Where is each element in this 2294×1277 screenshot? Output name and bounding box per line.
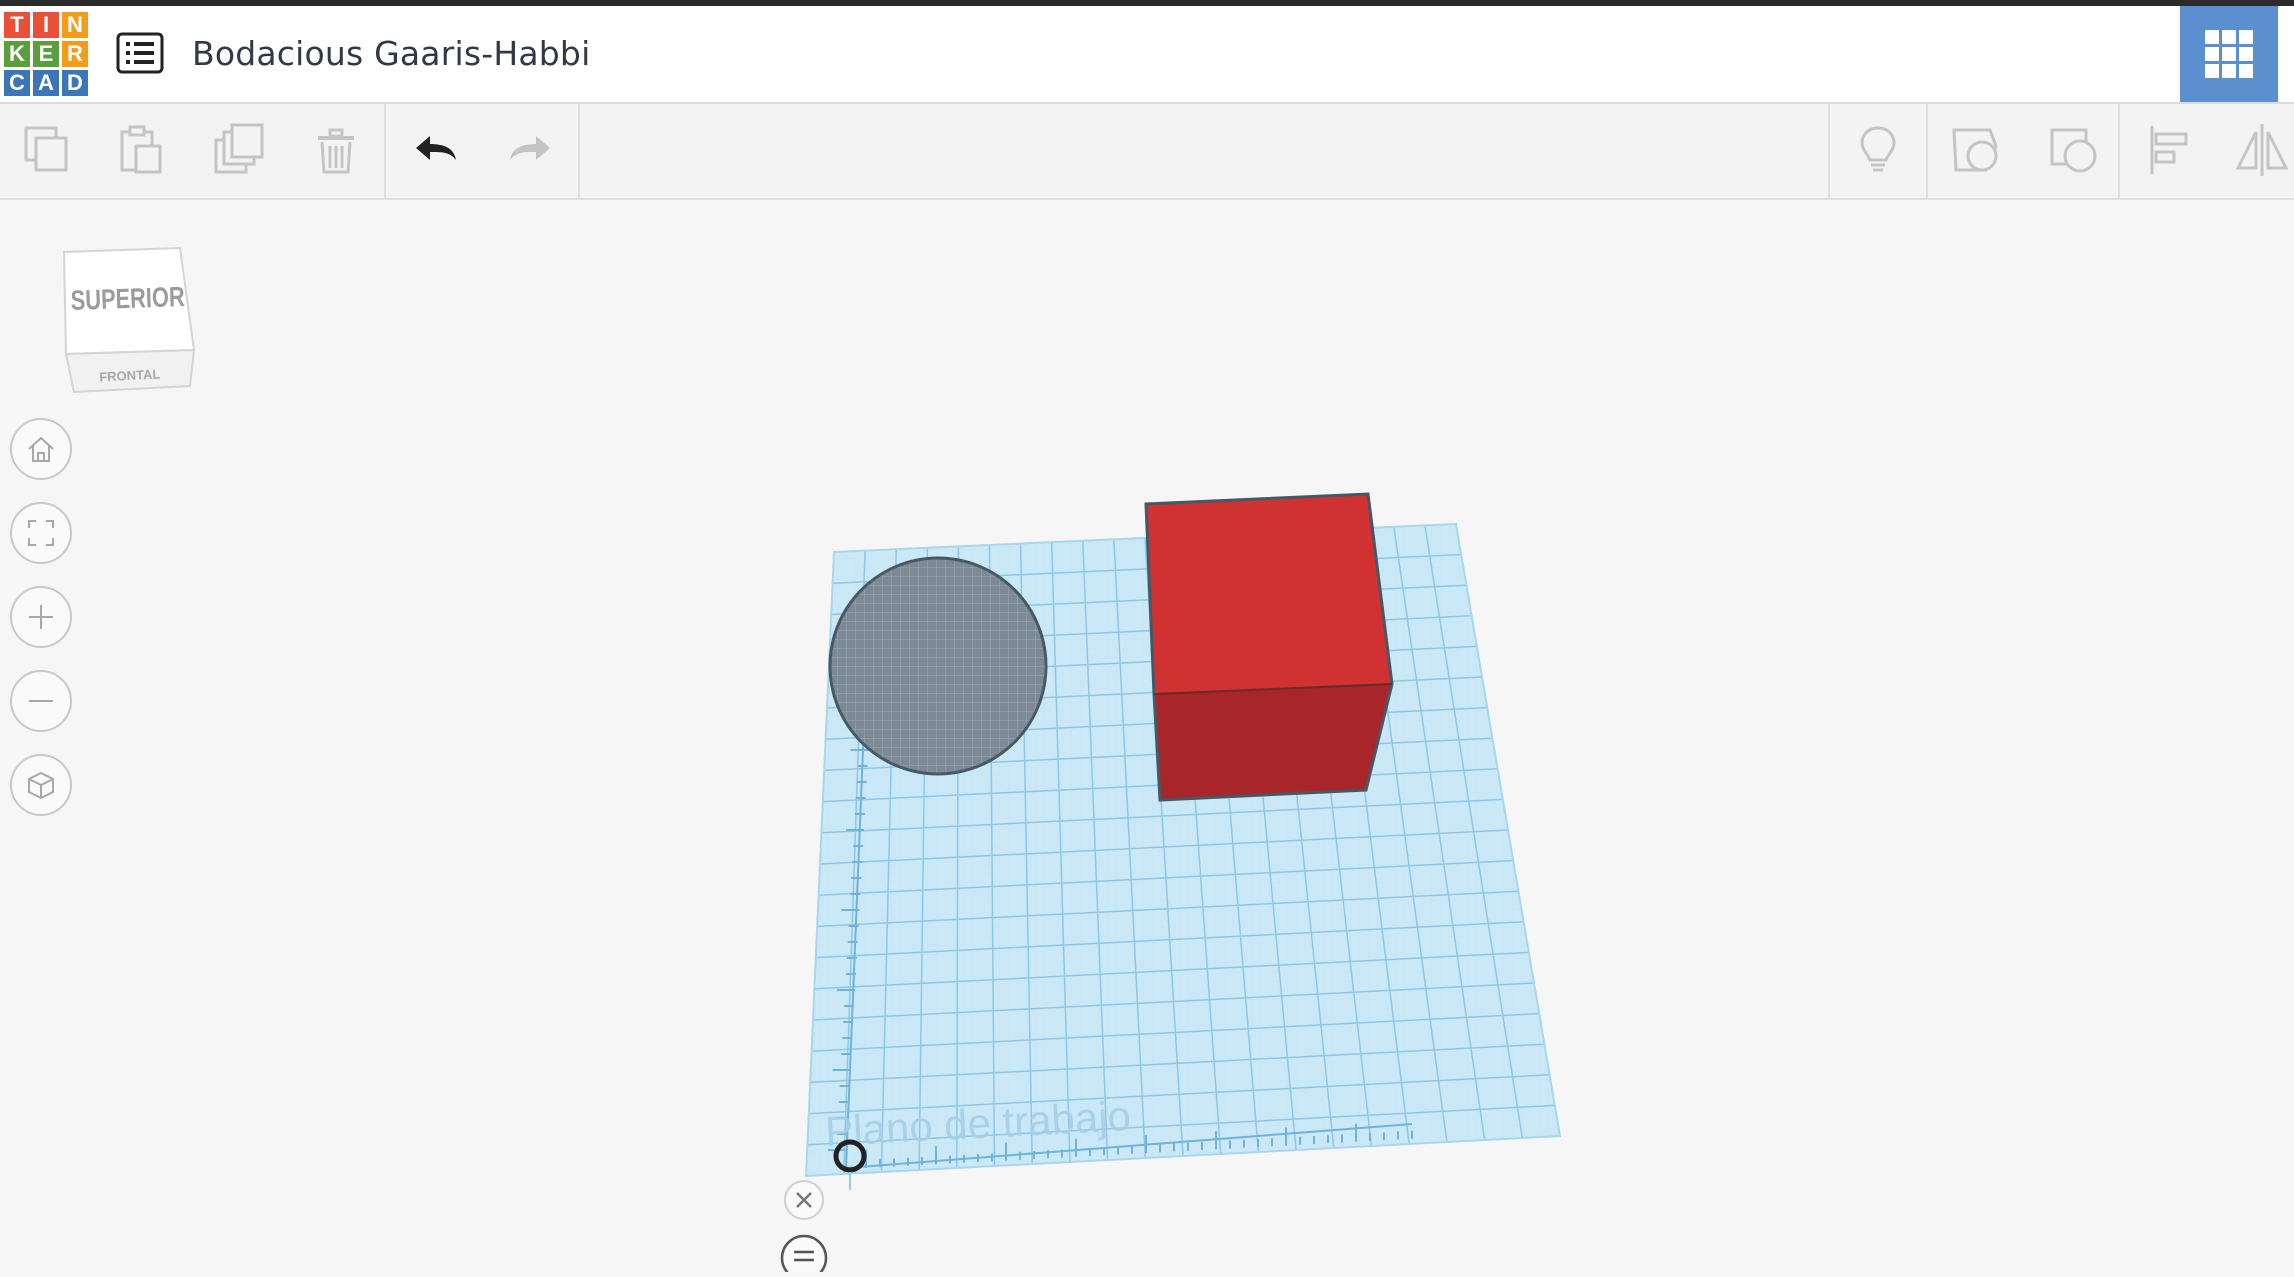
perspective-button[interactable] (10, 754, 72, 816)
logo-letter: D (62, 70, 88, 96)
workplane-menu-button[interactable] (778, 1232, 830, 1277)
project-title[interactable]: Bodacious Gaaris-Habbi (192, 34, 590, 73)
grid-icon (2205, 30, 2253, 78)
view-cube[interactable]: SUPERIOR FRONTAL (56, 246, 206, 396)
view-cube-top-label[interactable]: SUPERIOR (70, 281, 185, 316)
toolbar-separator (384, 104, 386, 198)
redo-icon (510, 136, 550, 160)
toolbar-separator (1828, 104, 1830, 198)
perspective-icon (28, 771, 54, 800)
view-cube-front-label[interactable]: FRONTAL (99, 366, 161, 384)
zoom-in-icon (29, 605, 53, 629)
duplicate-icon (214, 123, 264, 174)
logo-letter: R (62, 41, 88, 67)
group-button[interactable] (1948, 122, 2004, 178)
delete-icon (318, 128, 354, 174)
toolbar-separator (1926, 104, 1928, 198)
mirror-icon (2235, 124, 2289, 176)
align-icon (2150, 126, 2188, 174)
list-icon (116, 32, 164, 74)
logo-letter: N (62, 12, 88, 38)
lightbulb-icon (1860, 126, 1896, 172)
copy-button[interactable] (20, 122, 76, 178)
menu-circle-icon (780, 1234, 828, 1277)
close-icon (796, 1192, 812, 1208)
toolbar-separator (578, 104, 580, 198)
logo-letter: I (33, 12, 59, 38)
ungroup-button[interactable] (2046, 122, 2102, 178)
close-button[interactable] (784, 1180, 824, 1220)
align-button[interactable] (2144, 122, 2200, 178)
tinkercad-logo[interactable]: TIN KER CAD (4, 12, 90, 98)
logo-letter: C (4, 70, 30, 96)
zoom-out-icon (29, 700, 53, 702)
fit-view-icon (28, 520, 54, 546)
logo-letter: T (4, 12, 30, 38)
redo-button[interactable] (502, 122, 558, 178)
apps-grid-button[interactable] (2180, 6, 2278, 102)
fit-view-button[interactable] (10, 502, 72, 564)
delete-button[interactable] (308, 122, 364, 178)
shape-solid-icon (2050, 128, 2097, 173)
zoom-out-button[interactable] (10, 670, 72, 732)
design-list-button[interactable] (116, 32, 164, 74)
home-icon (28, 436, 54, 462)
shape-hole-icon (1952, 128, 1998, 172)
copy-icon (24, 126, 68, 172)
undo-button[interactable] (408, 122, 464, 178)
box-shape[interactable] (1144, 492, 1394, 802)
toolbar-separator (2118, 104, 2120, 198)
home-view-button[interactable] (10, 418, 72, 480)
logo-letter: A (33, 70, 59, 96)
logo-letter: E (33, 41, 59, 67)
duplicate-button[interactable] (212, 122, 268, 178)
edit-toolbar (0, 104, 2294, 200)
logo-letter: K (4, 41, 30, 67)
undo-icon (416, 136, 456, 160)
notes-button[interactable] (1850, 122, 1906, 178)
zoom-in-button[interactable] (10, 586, 72, 648)
mirror-button[interactable] (2234, 122, 2290, 178)
app-header: TIN KER CAD Bodacious Gaaris-Habbi (0, 6, 2294, 104)
paste-button[interactable] (114, 122, 170, 178)
paste-icon (120, 125, 162, 174)
